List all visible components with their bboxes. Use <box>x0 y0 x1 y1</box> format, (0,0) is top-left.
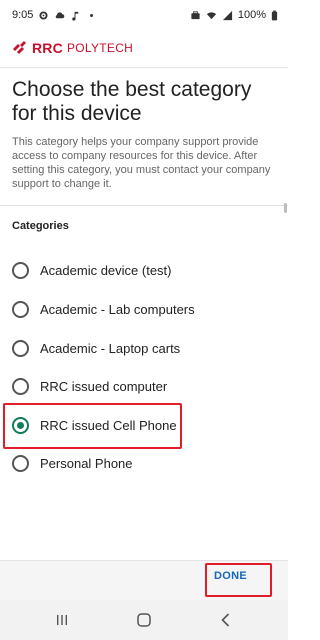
home-icon[interactable] <box>134 610 154 630</box>
cloud-icon <box>56 11 65 18</box>
category-option-label: Academic - Laptop carts <box>40 341 181 356</box>
status-time: 9:05 <box>12 9 34 21</box>
page-title: Choose the best category for this device <box>12 78 252 125</box>
rrc-logo: RRC POLYTECH <box>12 40 133 56</box>
radio-button[interactable] <box>12 262 29 279</box>
radio-button[interactable] <box>12 301 29 318</box>
category-option-academic-device-test[interactable]: Academic device (test) <box>0 253 288 289</box>
page-description: This category helps your company support… <box>12 136 271 190</box>
category-option-label: Academic device (test) <box>40 263 172 278</box>
battery-icon <box>271 10 278 20</box>
battery-percent: 100% <box>237 9 266 21</box>
wifi-icon <box>206 11 216 19</box>
music-note-icon <box>72 11 79 21</box>
category-option-personal-phone[interactable]: Personal Phone <box>0 446 288 482</box>
radio-button[interactable] <box>12 378 29 395</box>
notification-dot-icon <box>90 13 94 17</box>
category-option-label: Personal Phone <box>40 456 133 471</box>
category-option-rrc-issued-computer[interactable]: RRC issued computer <box>0 369 288 405</box>
radio-button[interactable] <box>12 340 29 357</box>
category-option-label: Academic - Lab computers <box>40 302 195 317</box>
logo-rrc-text: RRC <box>32 40 63 56</box>
category-option-label: RRC issued computer <box>40 379 168 394</box>
recent-apps-icon[interactable] <box>52 610 72 630</box>
status-bar: 9:05 100% <box>0 0 288 32</box>
rrc-logo-icon <box>13 41 26 54</box>
briefcase-icon <box>191 10 200 19</box>
section-divider <box>0 205 288 206</box>
category-option-academic-lab-computers[interactable]: Academic - Lab computers <box>0 292 288 328</box>
done-button-highlight <box>205 563 272 597</box>
back-icon[interactable] <box>216 610 236 630</box>
logo-polytech-text: POLYTECH <box>66 41 134 55</box>
radio-button[interactable] <box>12 455 29 472</box>
signal-icon <box>222 10 232 20</box>
categories-label: Categories <box>12 220 69 232</box>
system-nav-bar <box>0 600 288 640</box>
scrollbar-thumb[interactable] <box>284 203 287 213</box>
brand-header: RRC POLYTECH <box>0 32 288 68</box>
selected-option-highlight <box>3 403 182 449</box>
category-option-academic-laptop-carts[interactable]: Academic - Laptop carts <box>0 331 288 367</box>
settings-gear-icon <box>39 10 48 20</box>
